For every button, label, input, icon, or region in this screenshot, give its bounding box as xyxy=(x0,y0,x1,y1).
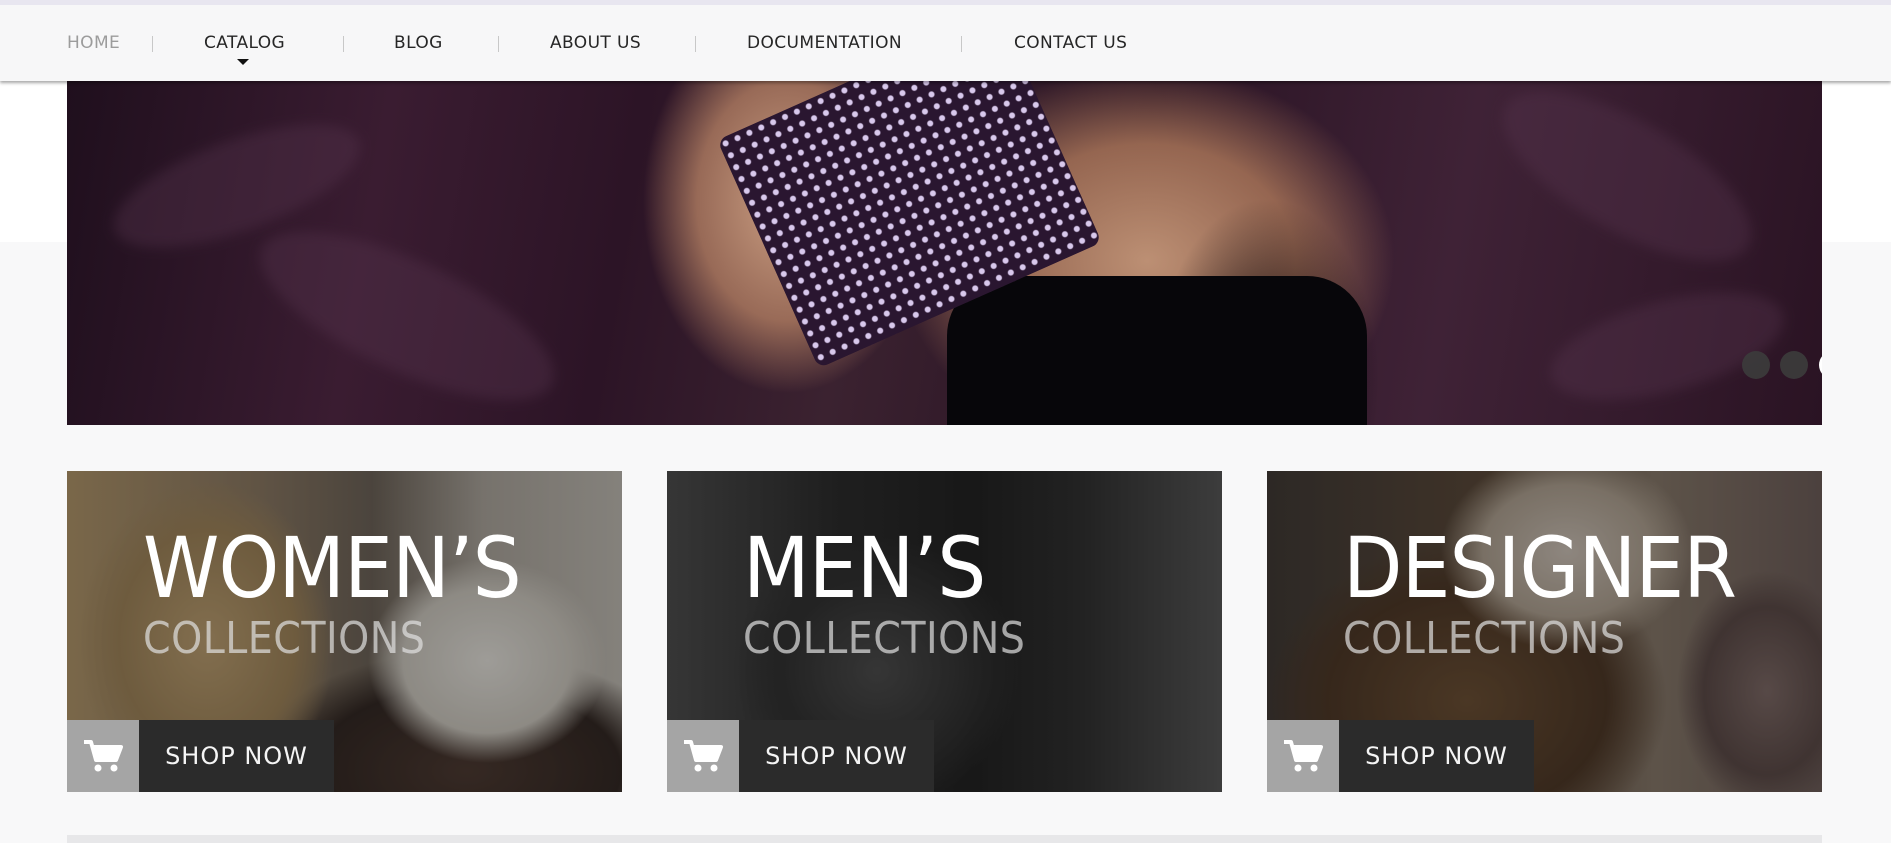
slider-dot-3[interactable] xyxy=(1819,351,1822,379)
hero-dress xyxy=(947,276,1367,425)
main-navigation: HOME CATALOG BLOG ABOUT US DOCUMENTATION… xyxy=(0,0,1891,81)
cart-icon xyxy=(1267,720,1339,792)
slider-dot-1[interactable] xyxy=(1742,351,1770,379)
banner-title: MEN’S xyxy=(743,519,986,617)
shop-now-label: SHOP NOW xyxy=(139,720,334,792)
banner-title: WOMEN’S xyxy=(143,519,522,617)
shop-now-label: SHOP NOW xyxy=(739,720,934,792)
shop-now-label: SHOP NOW xyxy=(1339,720,1534,792)
nav-separator xyxy=(152,36,153,52)
satin-fold xyxy=(1539,271,1795,421)
banner-title: DESIGNER xyxy=(1343,519,1737,617)
nav-home[interactable]: HOME xyxy=(67,33,120,53)
shop-now-button[interactable]: SHOP NOW xyxy=(667,720,934,792)
next-section-edge xyxy=(67,835,1822,843)
nav-contact-us[interactable]: CONTACT US xyxy=(1014,33,1127,53)
mens-collection-banner[interactable]: MEN’S COLLECTIONS SHOP NOW xyxy=(667,471,1222,792)
nav-documentation[interactable]: DOCUMENTATION xyxy=(747,33,902,53)
shop-now-button[interactable]: SHOP NOW xyxy=(67,720,334,792)
banner-subtitle: COLLECTIONS xyxy=(743,613,1026,664)
dropdown-caret-icon xyxy=(237,59,249,65)
womens-collection-banner[interactable]: WOMEN’S COLLECTIONS SHOP NOW xyxy=(67,471,622,792)
slider-dot-2[interactable] xyxy=(1780,351,1808,379)
nav-blog[interactable]: BLOG xyxy=(394,33,443,53)
nav-separator xyxy=(498,36,499,52)
nav-separator xyxy=(343,36,344,52)
satin-fold xyxy=(1478,81,1776,294)
nav-separator xyxy=(961,36,962,52)
hero-slider[interactable] xyxy=(67,81,1822,425)
nav-about-us[interactable]: ABOUT US xyxy=(550,33,641,53)
nav-catalog[interactable]: CATALOG xyxy=(204,33,285,53)
satin-fold xyxy=(238,198,576,425)
nav-separator xyxy=(695,36,696,52)
designer-collection-banner[interactable]: DESIGNER COLLECTIONS SHOP NOW xyxy=(1267,471,1822,792)
cart-icon xyxy=(67,720,139,792)
banner-subtitle: COLLECTIONS xyxy=(143,613,426,664)
cart-icon xyxy=(667,720,739,792)
shop-now-button[interactable]: SHOP NOW xyxy=(1267,720,1534,792)
banner-subtitle: COLLECTIONS xyxy=(1343,613,1626,664)
